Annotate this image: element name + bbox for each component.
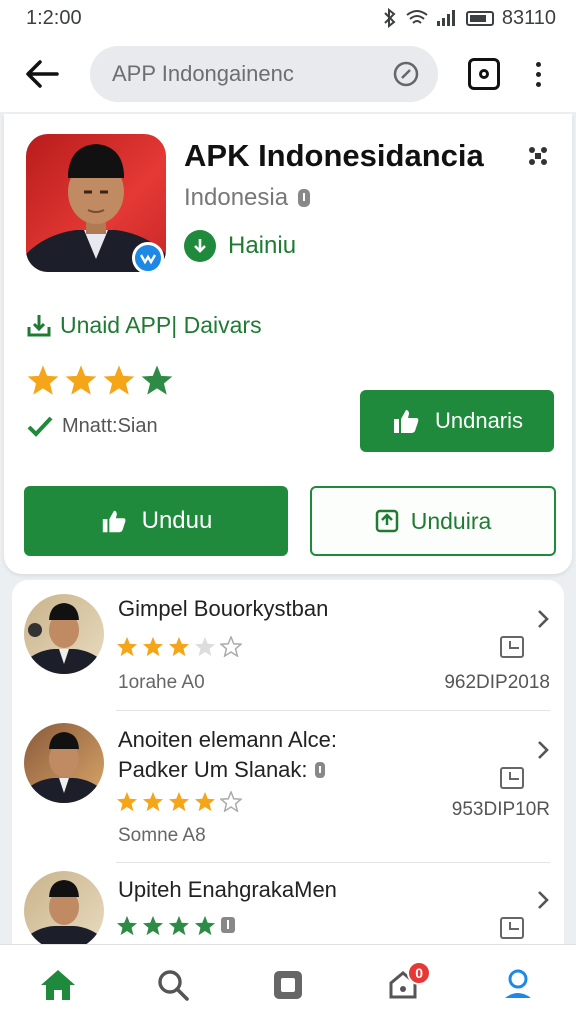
star-icon (142, 791, 164, 812)
app-tagline: Unaid APP| Daivars (26, 312, 262, 339)
star-icon (194, 915, 216, 936)
star-icon (194, 791, 216, 812)
wifi-icon (406, 10, 428, 24)
list-item[interactable]: Upiteh EnahgrakaMen (12, 863, 564, 944)
chevron-right-icon[interactable] (536, 889, 550, 911)
search-icon (158, 969, 189, 1001)
status-bar: 1:2:00 83110 (0, 0, 576, 36)
nav-notifications[interactable]: 0 (373, 955, 433, 1015)
status-battery-text: 83110 (501, 6, 556, 29)
download-hand-icon (102, 510, 126, 533)
arrow-left-icon (26, 60, 59, 88)
more-options-button[interactable] (536, 61, 541, 87)
star-icon (168, 791, 190, 812)
app-title: APK Indonesidancia (184, 138, 484, 173)
bluetooth-icon (384, 8, 396, 28)
list-item-subtitle: Padker Um Slanak: (118, 755, 326, 785)
app-detail-card: APK Indonesidancia Indonesia Hainiu Unai… (4, 114, 572, 574)
star-empty-icon (220, 636, 242, 657)
home-icon (40, 969, 75, 1000)
list-item[interactable]: Anoiten elemann Alce: Padker Um Slanak: … (12, 711, 564, 861)
account-icon (505, 969, 532, 998)
list-item-rating (116, 915, 236, 936)
search-input[interactable] (112, 61, 372, 87)
battery-icon (465, 10, 494, 26)
star-empty-icon (194, 636, 216, 657)
nav-search[interactable] (143, 955, 203, 1015)
install-button-label: Unduu (141, 507, 213, 534)
open-button-label: Unduira (410, 507, 492, 534)
back-button[interactable] (22, 54, 62, 94)
app-developer[interactable]: Hainiu (184, 230, 296, 262)
verified-icon (140, 254, 156, 265)
star-icon (116, 915, 138, 936)
download-button-label: Undnaris (434, 408, 524, 433)
file-icon (500, 917, 524, 939)
save-icon (375, 509, 398, 533)
list-item-code: 953DIP10R (451, 799, 550, 820)
list-item-title: Gimpel Bouorkystban (118, 596, 329, 621)
thumbs-up-icon (393, 410, 419, 433)
nav-home[interactable] (28, 955, 88, 1015)
verified-row: Mnatt:Sian (26, 414, 158, 438)
list-item-title: Upiteh EnahgrakaMen (118, 877, 337, 902)
app-subtitle: Indonesia (184, 184, 312, 212)
verified-badge (132, 242, 164, 274)
open-button[interactable]: Unduira (310, 486, 556, 556)
star-icon (142, 915, 164, 936)
star-empty-icon (220, 791, 242, 812)
signal-icon (436, 10, 455, 26)
list-item-title: Anoiten elemann Alce: (118, 727, 337, 752)
verified-label: Mnatt:Sian (62, 414, 158, 437)
status-time: 1:2:00 (26, 6, 82, 29)
list-item[interactable]: Gimpel Bouorkystban 1orahe A0 962DIP2018 (12, 580, 564, 710)
avatar (24, 871, 104, 944)
star-icon (27, 365, 59, 395)
developer-name: Hainiu (228, 232, 297, 259)
notification-badge: 0 (407, 960, 432, 985)
share-icon[interactable] (526, 144, 550, 168)
file-icon (500, 767, 524, 789)
star-icon (103, 365, 135, 395)
star-icon (142, 636, 164, 657)
star-icon (168, 915, 190, 936)
tagline-text: Unaid APP| Daivars (60, 312, 262, 338)
info-icon (221, 917, 235, 933)
star-icon (168, 636, 190, 657)
app-country: Indonesia (184, 184, 289, 211)
star-icon (65, 365, 97, 395)
nav-apps[interactable] (258, 955, 318, 1015)
info-icon[interactable] (296, 187, 312, 209)
checkmark-icon (27, 416, 53, 437)
list-item-meta: 1orahe A0 (118, 672, 205, 693)
app-rating-stars (26, 364, 174, 396)
file-icon (500, 636, 524, 658)
camera-scan-button[interactable] (468, 58, 500, 90)
search-bar[interactable] (90, 46, 438, 102)
status-icons: 83110 (382, 7, 556, 30)
clear-search-icon[interactable] (392, 60, 420, 88)
download-tray-icon (27, 314, 51, 336)
bottom-navigation: 0 (0, 944, 576, 1024)
avatar (24, 594, 104, 674)
info-icon (314, 762, 325, 778)
list-item-rating (116, 636, 242, 657)
list-item-rating (116, 791, 242, 812)
avatar (24, 723, 104, 803)
chevron-right-icon[interactable] (536, 739, 550, 761)
camera-icon (479, 69, 489, 79)
download-circle-icon (184, 230, 216, 262)
apps-icon (273, 970, 302, 999)
download-button-secondary[interactable]: Undnaris (360, 390, 554, 452)
top-app-bar (0, 36, 576, 112)
star-icon (116, 636, 138, 657)
list-item-code: 962DIP2018 (444, 672, 550, 693)
nav-account[interactable] (488, 955, 548, 1015)
chevron-right-icon[interactable] (536, 608, 550, 630)
star-icon (141, 365, 173, 395)
list-item-meta: Somne A8 (118, 825, 206, 846)
install-button[interactable]: Unduu (24, 486, 288, 556)
related-apps-list: Gimpel Bouorkystban 1orahe A0 962DIP2018… (12, 580, 564, 944)
star-icon (116, 791, 138, 812)
